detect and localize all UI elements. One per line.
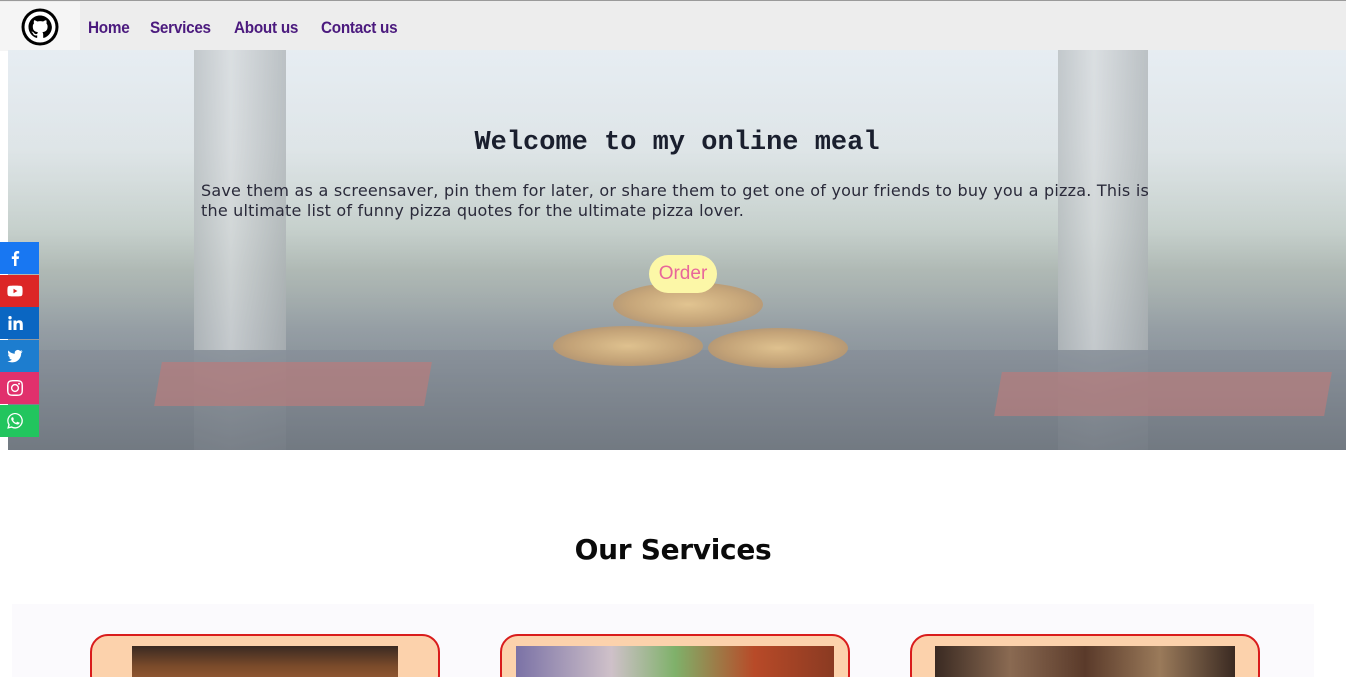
linkedin-link[interactable] xyxy=(0,307,39,339)
hero-overlay xyxy=(8,50,1346,450)
whatsapp-icon xyxy=(7,412,23,429)
facebook-link[interactable] xyxy=(0,242,39,274)
nav-link-services[interactable]: Services xyxy=(150,18,211,38)
nav-link-about[interactable]: About us xyxy=(234,18,298,38)
service-card-image xyxy=(516,646,834,677)
hero-title: Welcome to my online meal xyxy=(474,128,880,158)
youtube-icon xyxy=(7,285,23,296)
linkedin-icon xyxy=(8,316,23,330)
nav-link-contact[interactable]: Contact us xyxy=(321,18,398,38)
services-title: Our Services xyxy=(574,533,772,566)
social-sidebar xyxy=(0,242,39,437)
nav-links: Home Services About us Contact us xyxy=(88,18,422,38)
navbar: Home Services About us Contact us xyxy=(0,0,1346,51)
facebook-icon xyxy=(11,251,20,266)
instagram-link[interactable] xyxy=(0,372,39,404)
hero-banner: Welcome to my online meal Save them as a… xyxy=(8,50,1346,450)
order-button[interactable]: Order xyxy=(649,255,717,293)
twitter-icon xyxy=(7,349,23,362)
hero-text: Save them as a screensaver, pin them for… xyxy=(201,181,1149,220)
nav-link-home[interactable]: Home xyxy=(88,18,130,38)
service-card[interactable] xyxy=(500,634,850,677)
twitter-link[interactable] xyxy=(0,339,39,372)
github-icon xyxy=(21,8,59,46)
youtube-link[interactable] xyxy=(0,274,39,307)
whatsapp-link[interactable] xyxy=(0,404,39,437)
service-card-image xyxy=(935,646,1235,677)
logo[interactable] xyxy=(0,2,80,51)
service-card[interactable] xyxy=(90,634,440,677)
service-card[interactable] xyxy=(910,634,1260,677)
service-card-image xyxy=(132,646,398,677)
instagram-icon xyxy=(7,380,23,396)
